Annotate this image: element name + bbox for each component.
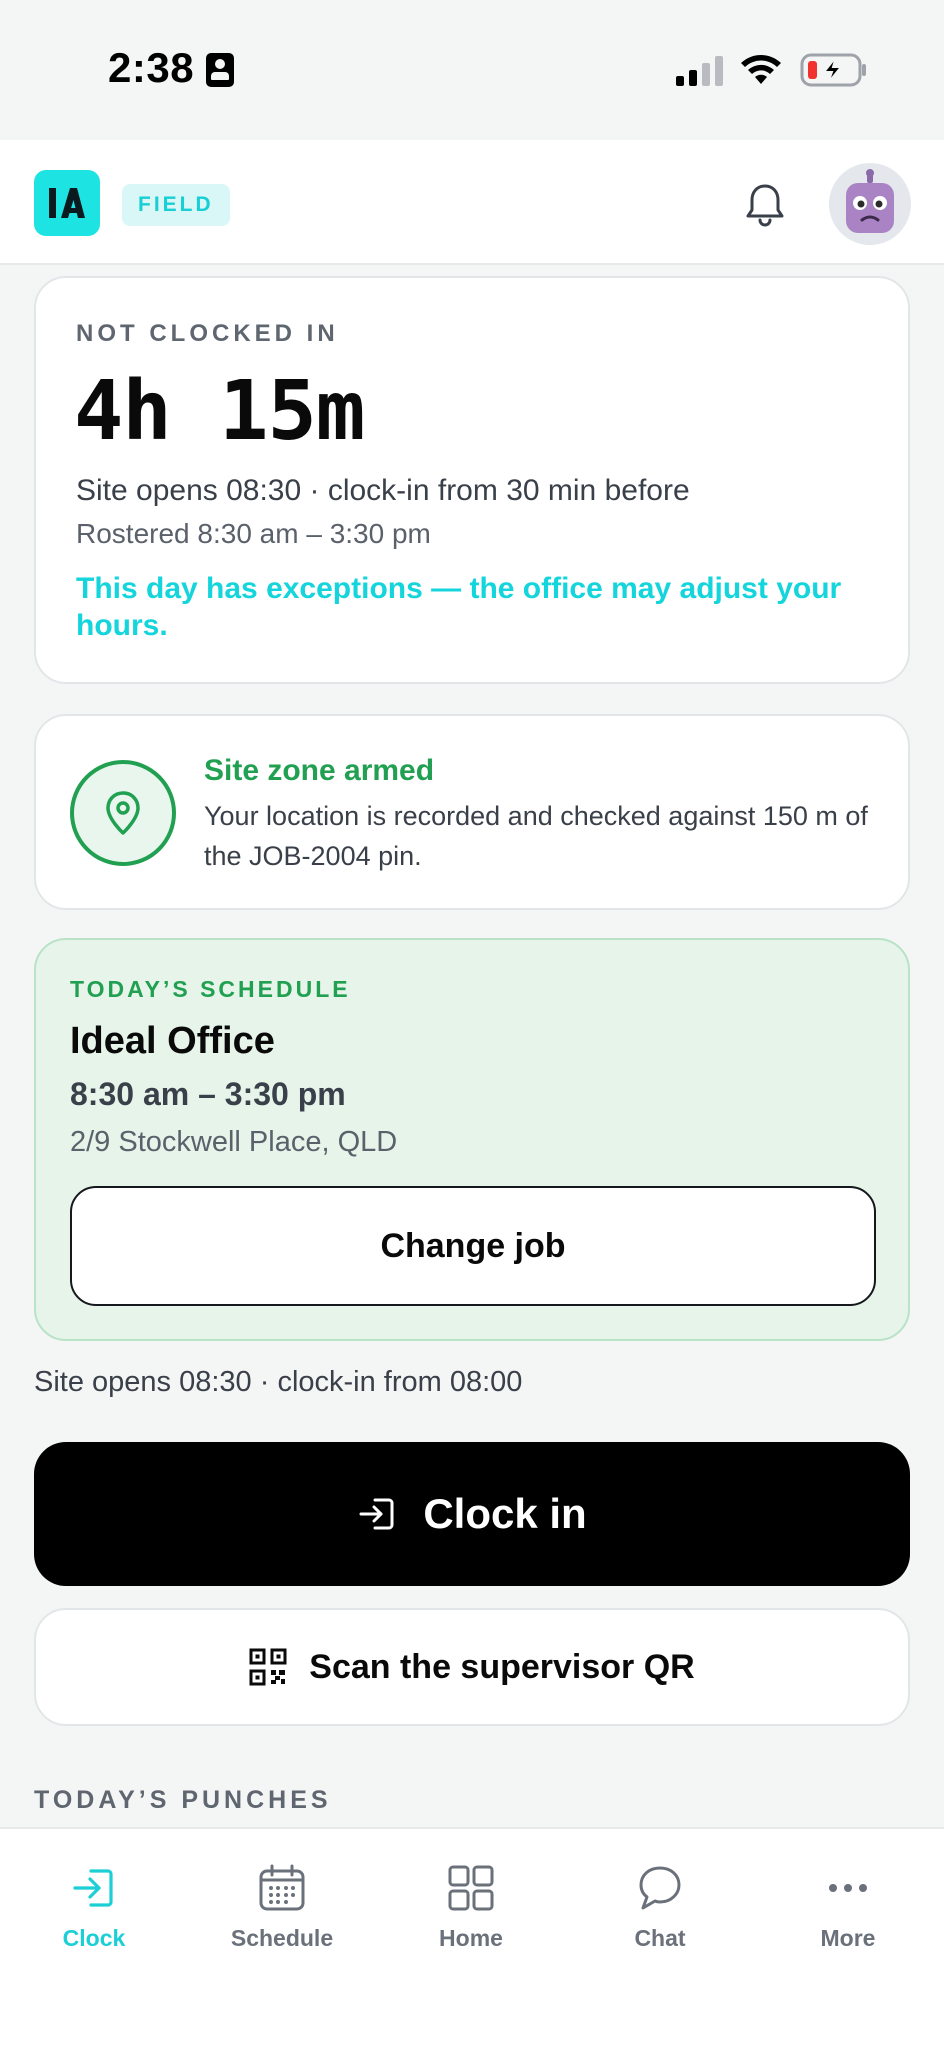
countdown-timer: 4h 15m <box>74 364 365 459</box>
scan-qr-label: Scan the supervisor QR <box>309 1647 695 1686</box>
field-mode-badge: FIELD <box>122 184 230 226</box>
site-open-info: Site opens 08:30 · clock-in from 30 min … <box>76 474 690 507</box>
status-bar: 2:38 <box>0 0 944 140</box>
clock-in-icon <box>73 1869 113 1907</box>
nav-item-clock[interactable]: Clock <box>14 1863 174 1973</box>
zone-description: Your location is recorded and checked ag… <box>204 801 868 871</box>
location-pin-icon <box>106 791 140 835</box>
schedule-label: TODAY’S SCHEDULE <box>70 976 351 1002</box>
robot-avatar-icon <box>846 169 894 233</box>
app-header: FIELD <box>0 140 944 265</box>
zone-title: Site zone armed <box>204 754 435 787</box>
exception-notice: This day has exceptions — the office may… <box>76 572 842 642</box>
site-zone-card: Site zone armed Your location is recorde… <box>34 714 910 910</box>
sign-in-icon <box>359 1498 394 1530</box>
wifi-icon <box>741 55 781 84</box>
nav-label-more: More <box>820 1925 876 1951</box>
clock-in-label: Clock in <box>423 1490 587 1537</box>
bottom-navigation: Clock Schedule Home Chat More <box>0 1827 944 2048</box>
clock-in-button[interactable]: Clock in <box>34 1442 910 1586</box>
todays-punches-heading: TODAY’S PUNCHES <box>34 1786 332 1814</box>
calendar-icon <box>259 1864 305 1911</box>
nav-label-clock: Clock <box>62 1925 126 1951</box>
cellular-signal-icon <box>676 56 723 86</box>
job-name: Ideal Office <box>70 1020 275 1062</box>
nav-item-home[interactable]: Home <box>391 1863 551 1973</box>
clock-status-card: NOT CLOCKED IN 4h 15m Site opens 08:30 ·… <box>34 276 910 684</box>
nav-item-chat[interactable]: Chat <box>580 1863 740 1973</box>
notification-bell-icon[interactable] <box>740 180 790 230</box>
contact-badge-icon <box>206 53 234 87</box>
grid-icon <box>448 1865 494 1911</box>
nav-item-schedule[interactable]: Schedule <box>202 1863 362 1973</box>
scan-supervisor-qr-button[interactable]: Scan the supervisor QR <box>34 1608 910 1726</box>
more-dots-icon <box>829 1884 867 1892</box>
rostered-hours: Rostered 8:30 am – 3:30 pm <box>76 518 431 549</box>
job-address: 2/9 Stockwell Place, QLD <box>70 1126 398 1158</box>
nav-label-schedule: Schedule <box>230 1925 334 1951</box>
battery-charging-icon <box>800 53 866 87</box>
clock-status-label: NOT CLOCKED IN <box>76 320 339 347</box>
app-logo[interactable] <box>34 170 100 236</box>
status-time: 2:38 <box>108 44 195 91</box>
qr-code-icon <box>249 1648 287 1686</box>
nav-label-chat: Chat <box>634 1925 686 1951</box>
job-time-range: 8:30 am – 3:30 pm <box>70 1076 346 1112</box>
logo-mark-icon <box>49 188 85 218</box>
zone-indicator <box>70 760 176 866</box>
nav-item-more[interactable]: More <box>768 1863 928 1973</box>
change-job-button[interactable]: Change job <box>70 1186 876 1306</box>
chat-bubble-icon <box>639 1866 681 1910</box>
user-avatar[interactable] <box>829 163 911 245</box>
nav-label-home: Home <box>439 1925 503 1951</box>
schedule-card: TODAY’S SCHEDULE Ideal Office 8:30 am – … <box>34 938 910 1341</box>
site-opens-note: Site opens 08:30 · clock-in from 08:00 <box>34 1366 523 1398</box>
